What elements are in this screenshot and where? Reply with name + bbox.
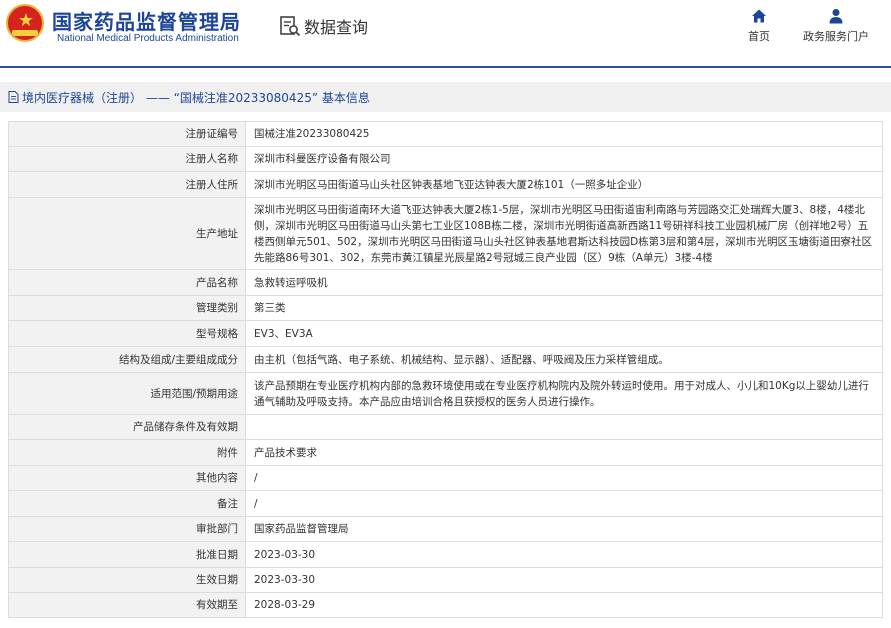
field-value: 该产品预期在专业医疗机构内部的急救环境使用或在专业医疗机构院内及院外转运时使用。… [245,372,883,415]
site-title-cn[interactable]: 国家药品监督管理局 [52,6,241,35]
table-row: 生产地址 深圳市光明区马田街道南环大道飞亚达钟表大厦2栋1-5层，深圳市光明区马田… [8,197,883,270]
field-value: 2023-03-30 [245,541,883,568]
table-row: 附件 产品技术要求 [8,439,883,466]
star-icon: ★ [17,10,35,31]
data-query-label: 数据查询 [304,18,369,37]
field-label: 注册人名称 [8,146,246,172]
table-row: 注册人住所 深圳市光明区马田街道马山头社区钟表基地飞亚达钟表大厦2栋101（一照多… [8,171,883,198]
nav-service-portal[interactable]: 政务服务门户 [802,8,870,44]
table-row: 注册人名称 深圳市科曼医疗设备有限公司 [8,146,883,172]
detail-table-body: 注册证编号 国械注准20233080425 注册人名称 深圳市科曼医疗设备有限公司 注册… [8,121,883,618]
field-label: 注册人住所 [8,171,246,198]
field-value: 2028-03-29 [245,592,883,618]
breadcrumb: 境内医疗器械（注册） —— “国械注准20233080425” 基本信息 [0,82,891,112]
field-value: 国械注准20233080425 [245,121,883,147]
table-row: 适用范围/预期用途 该产品预期在专业医疗机构内部的急救环境使用或在专业医疗机构院内… [8,372,883,415]
field-label: 产品名称 [8,269,246,296]
home-icon [752,9,766,23]
field-value: 深圳市光明区马田街道南环大道飞亚达钟表大厦2栋1-5层，深圳市光明区马田街道宙利… [245,197,883,270]
breadcrumb-text: 境内医疗器械（注册） —— “国械注准20233080425” 基本信息 [22,90,370,105]
field-value: 2023-03-30 [245,567,883,593]
site-header: ★ 国家药品监督管理局 National Medical Products Ad… [0,0,891,68]
nav-service-label: 政务服务门户 [803,30,869,43]
table-row: 其他内容 / [8,465,883,491]
table-row: 批准日期 2023-03-30 [8,541,883,568]
table-row: 结构及组成/主要组成成分 由主机（包括气路、电子系统、机械结构、显示器）、适配器、… [8,346,883,373]
field-label: 其他内容 [8,465,246,491]
field-value: 深圳市光明区马田街道马山头社区钟表基地飞亚达钟表大厦2栋101（一照多址企业） [245,171,883,198]
field-value: 第三类 [245,295,883,321]
field-value: 急救转运呼吸机 [245,269,883,296]
field-value: 国家药品监督管理局 [245,516,883,542]
field-label: 结构及组成/主要组成成分 [8,346,246,373]
table-row: 产品名称 急救转运呼吸机 [8,269,883,296]
nav-home-label: 首页 [748,30,770,43]
national-emblem-logo[interactable]: ★ [6,4,44,42]
field-value: / [245,490,883,517]
table-row: 型号规格 EV3、EV3A [8,320,883,347]
field-label: 批准日期 [8,541,246,568]
field-label: 适用范围/预期用途 [8,372,246,415]
table-row: 注册证编号 国械注准20233080425 [8,121,883,147]
data-query-link[interactable]: 数据查询 [279,14,368,38]
field-label: 型号规格 [8,320,246,347]
field-value: 由主机（包括气路、电子系统、机械结构、显示器）、适配器、呼吸阀及压力采样管组成。 [245,346,883,373]
device-detail-table: 注册证编号 国械注准20233080425 注册人名称 深圳市科曼医疗设备有限公司 注册… [8,121,883,618]
field-label: 注册证编号 [8,121,246,147]
field-label: 备注 [8,490,246,517]
field-value [245,414,883,440]
field-label: 生效日期 [8,567,246,593]
table-row: 产品储存条件及有效期 [8,414,883,440]
site-title-en[interactable]: National Medical Products Administration [57,33,239,44]
table-row: 备注 / [8,490,883,517]
table-row: 有效期至 2028-03-29 [8,592,883,618]
table-row: 管理类别 第三类 [8,295,883,321]
nav-home[interactable]: 首页 [727,8,791,44]
user-icon [829,9,843,24]
field-label: 管理类别 [8,295,246,321]
table-row: 生效日期 2023-03-30 [8,567,883,593]
field-value: / [245,465,883,491]
emblem-band [12,30,38,36]
field-value: 产品技术要求 [245,439,883,466]
field-label: 附件 [8,439,246,466]
document-icon [8,91,19,103]
table-row: 审批部门 国家药品监督管理局 [8,516,883,542]
field-label: 生产地址 [8,197,246,270]
document-search-icon [280,16,301,37]
field-label: 审批部门 [8,516,246,542]
field-value: 深圳市科曼医疗设备有限公司 [245,146,883,172]
field-label: 有效期至 [8,592,246,618]
field-value: EV3、EV3A [245,320,883,347]
field-label: 产品储存条件及有效期 [8,414,246,440]
